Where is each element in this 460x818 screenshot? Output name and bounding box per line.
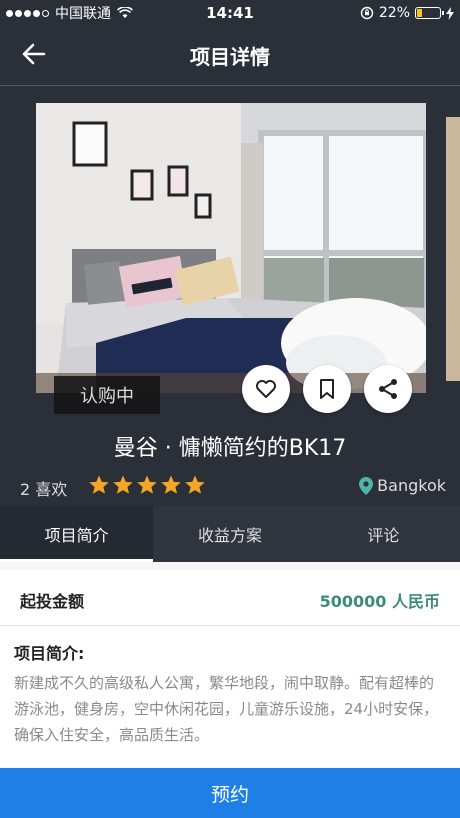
star-icon — [113, 475, 133, 494]
location-pin-icon — [359, 476, 374, 495]
carrier-name: 中国联通 — [55, 6, 111, 22]
star-icon — [89, 475, 109, 494]
page-title: 项目详情 — [190, 45, 270, 69]
minimum-investment-row: 起投金额 500000 人民币 — [0, 570, 460, 626]
status-bar: 中国联通 14:41 22% — [0, 0, 460, 26]
tab-bar: 项目简介 收益方案 评论 — [0, 506, 460, 562]
minimum-investment-label: 起投金额 — [20, 592, 85, 611]
rotation-lock-icon — [360, 6, 374, 20]
likes-count: 2 喜欢 — [20, 480, 68, 499]
heart-icon — [256, 380, 276, 398]
rating-stars — [88, 474, 206, 496]
location-label: Bangkok — [377, 476, 446, 495]
reserve-button[interactable]: 预约 — [0, 768, 460, 818]
tab-comments[interactable]: 评论 — [307, 506, 460, 562]
tab-returns-plan[interactable]: 收益方案 — [153, 506, 306, 562]
share-icon — [379, 379, 397, 399]
star-icon — [185, 475, 205, 494]
wifi-icon — [117, 7, 133, 18]
project-meta: 2 喜欢 Bangkok — [0, 474, 460, 500]
charging-bolt-icon — [446, 6, 454, 20]
battery-percent: 22% — [378, 5, 410, 21]
status-badge: 认购中 — [54, 376, 160, 414]
project-summary: 项目简介: 新建成不久的高级私人公寓，繁华地段，闹中取静。配有超棒的游泳池，健身… — [0, 626, 460, 768]
tab-content: 起投金额 500000 人民币 项目简介: 新建成不久的高级私人公寓，繁华地段，… — [0, 562, 460, 768]
bedroom-photo — [36, 103, 426, 393]
star-icon — [137, 475, 157, 494]
bookmark-button[interactable] — [303, 365, 351, 413]
star-icon — [161, 475, 181, 494]
battery-icon — [415, 7, 444, 19]
signal-strength-icon — [6, 9, 49, 17]
like-button[interactable] — [242, 365, 290, 413]
next-photo-preview[interactable] — [446, 117, 460, 381]
tab-overview[interactable]: 项目简介 — [0, 506, 154, 562]
summary-heading: 项目简介: — [14, 644, 85, 663]
summary-text: 新建成不久的高级私人公寓，繁华地段，闹中取静。配有超棒的游泳池，健身房，空中休闲… — [14, 674, 439, 744]
location[interactable]: Bangkok — [359, 476, 446, 495]
bookmark-icon — [320, 379, 334, 399]
navigation-bar: 项目详情 — [0, 26, 460, 86]
project-title: 曼谷 · 慵懒简约的BK17 — [113, 436, 347, 461]
minimum-investment-value: 500000 人民币 — [319, 592, 440, 611]
share-button[interactable] — [364, 365, 412, 413]
